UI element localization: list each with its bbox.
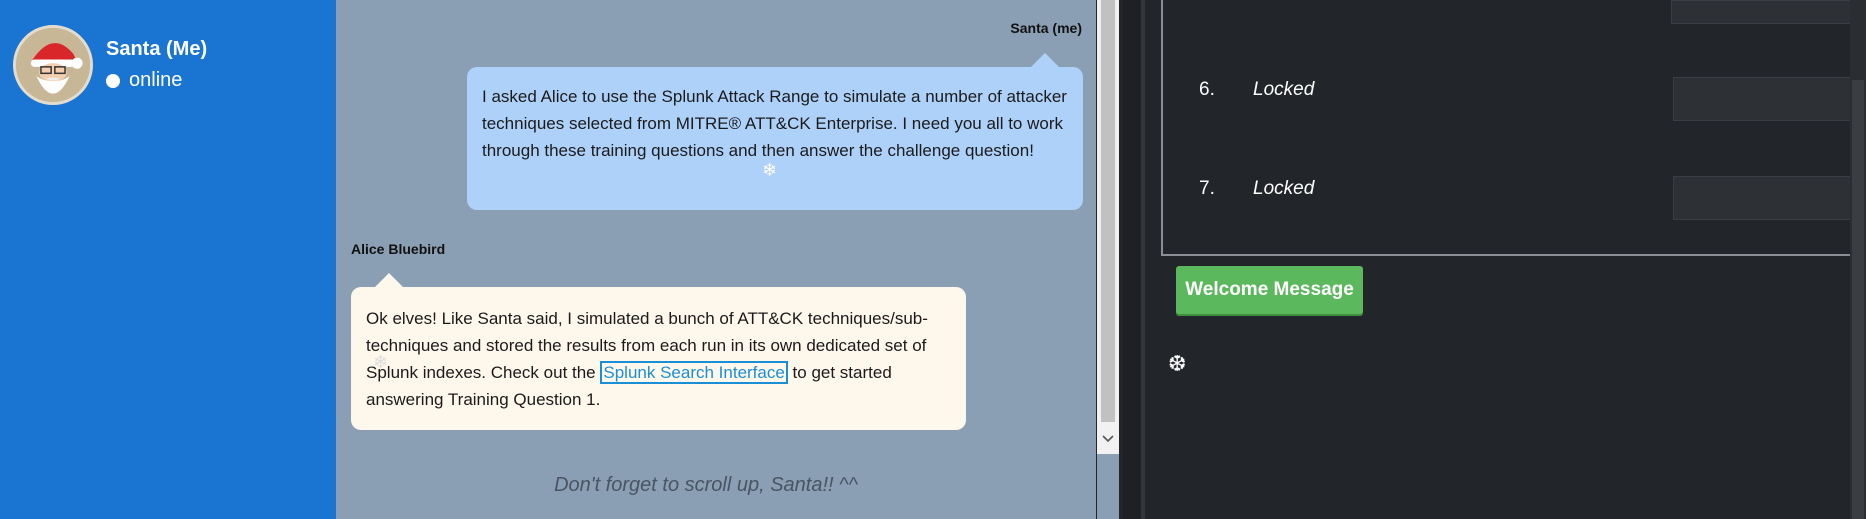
chat-panel[interactable]: Santa (me) I asked Alice to use the Splu… [336,0,1096,519]
question-label: Locked [1253,178,1315,199]
chevron-down-icon [1102,435,1114,443]
question-label: Locked [1253,79,1315,100]
status-row: online [106,69,182,92]
questions-list: 6. Locked 7. Locked [1161,0,1866,256]
chat-message-santa: I asked Alice to use the Splunk Attack R… [467,53,1083,210]
santa-avatar [13,25,93,105]
welcome-message-button[interactable]: Welcome Message [1176,266,1363,314]
snowflake-icon: ❄ [373,352,389,372]
right-scrollbar[interactable] [1850,0,1866,519]
status-dot-icon [106,73,120,88]
question-number: 6. [1199,79,1215,100]
chat-message-alice: Ok elves! Like Santa said, I simulated a… [351,273,966,430]
status-text: online [129,69,183,91]
message-sender: Santa (me) [1010,20,1082,36]
panel-divider [1123,0,1140,519]
snowflake-icon: ❄ [762,160,778,180]
chat-scrollbar[interactable] [1097,0,1119,454]
scroll-down-button[interactable] [1097,424,1119,454]
answer-field[interactable] [1673,176,1866,220]
question-number: 7. [1199,178,1215,199]
scroll-reminder: Don't forget to scroll up, Santa!! ^^ [554,474,858,496]
answer-field[interactable] [1673,77,1866,121]
profile-sidebar: Santa (Me) online [0,0,336,519]
message-text: I asked Alice to use the Splunk Attack R… [482,87,1067,160]
snowflake-icon: ❆ [1168,351,1187,376]
scrollbar-thumb[interactable] [1101,0,1115,422]
scrollbar-thumb[interactable] [1852,80,1864,519]
message-sender: Alice Bluebird [351,241,446,257]
chat-panel-footer [1097,454,1119,519]
training-questions-panel: 6. Locked 7. Locked Welcome Message ❆ [1145,0,1866,519]
santa-avatar-icon [16,28,90,102]
splunk-search-link[interactable]: Splunk Search Interface [600,361,788,384]
user-name: Santa (Me) [106,38,208,60]
